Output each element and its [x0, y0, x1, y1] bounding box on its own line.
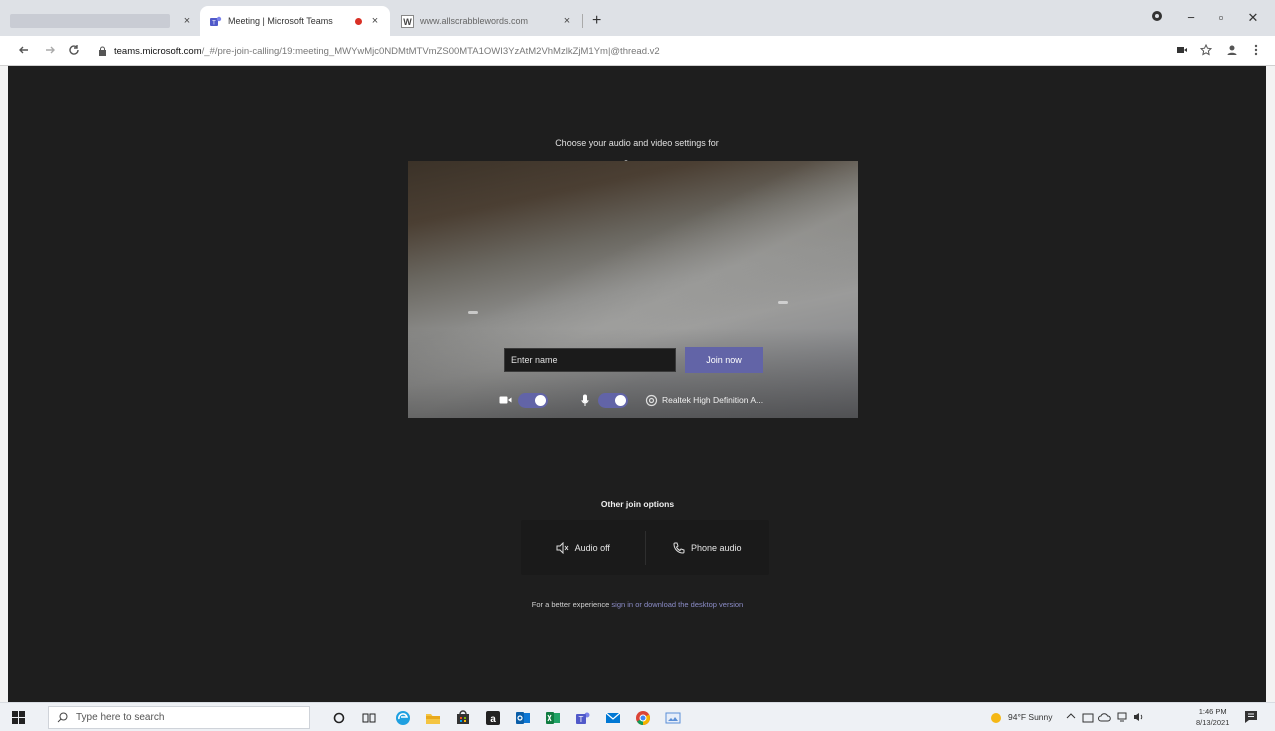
mail-app-icon[interactable] — [604, 709, 622, 726]
tab-close-icon[interactable]: × — [180, 15, 194, 27]
tab-teams-meeting[interactable]: T Meeting | Microsoft Teams × — [200, 6, 390, 36]
phone-audio-label: Phone audio — [690, 542, 742, 553]
windows-taskbar: Type here to search a T 94°F Sunny 1:46 … — [0, 702, 1275, 731]
tab-close-icon[interactable]: × — [368, 15, 382, 27]
microphone-toggle[interactable] — [598, 392, 628, 408]
file-explorer-icon[interactable] — [424, 709, 442, 726]
chrome-icon[interactable] — [634, 709, 652, 726]
prejoin-subtitle: Choose your audio and video settings for — [555, 138, 719, 148]
browser-address-bar: teams.microsoft.com /_#/pre-join-calling… — [0, 36, 1275, 66]
phone-audio-option[interactable]: Phone audio — [646, 520, 770, 575]
w-favicon-icon: W — [400, 14, 414, 28]
weather-text[interactable]: 94°F Sunny — [1008, 712, 1053, 722]
camera-icon — [498, 393, 512, 407]
device-settings-gear-icon[interactable] — [644, 393, 658, 407]
meet-now-icon[interactable] — [1082, 712, 1094, 726]
reload-icon[interactable] — [64, 43, 84, 59]
tray-chevron-up-icon[interactable] — [1066, 712, 1076, 722]
camera-toggle[interactable] — [518, 392, 548, 408]
svg-text:W: W — [403, 17, 412, 27]
audio-off-option[interactable]: Audio off — [521, 520, 645, 575]
search-placeholder: Type here to search — [76, 712, 165, 723]
recording-indicator-icon — [355, 17, 362, 25]
join-now-button[interactable]: Join now — [685, 347, 763, 373]
new-tab-button[interactable]: + — [592, 12, 601, 30]
lock-icon — [98, 46, 108, 56]
edge-browser-icon[interactable] — [394, 709, 412, 726]
name-input[interactable] — [504, 348, 676, 372]
store-bag-icon[interactable] — [454, 709, 472, 726]
tab-blurred[interactable]: × — [8, 6, 198, 36]
footer-prefix: For a better experience — [531, 600, 610, 609]
amazon-app-icon[interactable]: a — [484, 709, 502, 726]
menu-kebab-icon[interactable] — [1246, 44, 1266, 59]
camera-preview — [408, 161, 858, 418]
other-join-options: Audio off Phone audio — [521, 520, 769, 575]
toggle-knob — [615, 394, 626, 406]
weather-sun-icon[interactable] — [990, 712, 1002, 726]
url-host: teams.microsoft.com — [114, 45, 202, 57]
account-icon[interactable] — [1222, 44, 1242, 59]
svg-text:a: a — [490, 714, 496, 725]
tab-scrabble[interactable]: W www.allscrabblewords.com × — [392, 6, 582, 36]
search-icon — [57, 712, 68, 723]
microphone-icon — [578, 393, 592, 407]
clock-time: 1:46 PM — [1198, 707, 1227, 716]
toggle-knob — [535, 394, 546, 406]
speaker-off-icon — [556, 541, 569, 554]
onedrive-cloud-icon[interactable] — [1098, 712, 1111, 724]
outlook-icon[interactable] — [514, 709, 532, 726]
clock-date: 8/13/2021 — [1196, 718, 1230, 727]
cortana-circle-icon[interactable] — [330, 709, 348, 726]
forward-arrow-icon[interactable] — [40, 43, 60, 59]
taskbar-search-box[interactable]: Type here to search — [48, 706, 310, 729]
download-desktop-link[interactable]: download the desktop version — [644, 600, 743, 609]
preview-ceiling-light — [468, 311, 478, 314]
profile-icon[interactable] — [1142, 10, 1172, 25]
teams-app-icon[interactable]: T — [574, 709, 592, 726]
svg-text:T: T — [579, 715, 584, 724]
screen: × T Meeting | Microsoft Teams × W www.al… — [0, 0, 1275, 731]
camera-in-use-icon[interactable] — [1172, 44, 1192, 58]
other-join-options-title: Other join options — [600, 499, 675, 509]
taskbar-clock[interactable]: 1:46 PM 8/13/2021 — [1196, 706, 1229, 728]
close-window-button[interactable]: ✕ — [1238, 10, 1268, 26]
maximize-button[interactable]: ▫ — [1206, 10, 1236, 25]
phone-icon — [673, 542, 685, 554]
back-arrow-icon[interactable] — [14, 43, 34, 59]
minimize-button[interactable]: − — [1176, 10, 1206, 25]
photos-app-icon[interactable] — [664, 709, 682, 726]
url-path: /_#/pre-join-calling/19:meeting_MWYwMjc0… — [201, 45, 660, 57]
sign-in-link[interactable]: sign in — [611, 600, 633, 609]
tab-close-icon[interactable]: × — [560, 15, 574, 27]
audio-device-label[interactable]: Realtek High Definition A... — [662, 395, 763, 405]
audio-off-label: Audio off — [574, 542, 610, 553]
tab-separator — [582, 14, 583, 28]
bookmark-star-icon[interactable] — [1196, 43, 1216, 59]
network-icon[interactable] — [1116, 712, 1128, 724]
task-view-icon[interactable] — [360, 709, 378, 726]
tab-title-blurred — [10, 14, 170, 28]
device-controls: Realtek High Definition A... — [498, 392, 763, 408]
footer-or: or — [635, 600, 642, 609]
teams-favicon-icon: T — [208, 14, 222, 28]
volume-icon[interactable] — [1133, 712, 1145, 724]
excel-icon[interactable] — [544, 709, 562, 726]
notifications-icon[interactable] — [1244, 710, 1258, 726]
url-field[interactable]: teams.microsoft.com /_#/pre-join-calling… — [98, 41, 1138, 61]
tab-title: Meeting | Microsoft Teams — [228, 16, 333, 26]
preview-ceiling-light — [778, 301, 788, 304]
better-experience-note: For a better experience sign in or downl… — [0, 600, 1275, 609]
tab-title: www.allscrabblewords.com — [420, 16, 529, 26]
svg-text:T: T — [212, 20, 216, 26]
browser-tab-bar: × T Meeting | Microsoft Teams × W www.al… — [0, 0, 1275, 36]
windows-start-icon[interactable] — [12, 711, 25, 724]
